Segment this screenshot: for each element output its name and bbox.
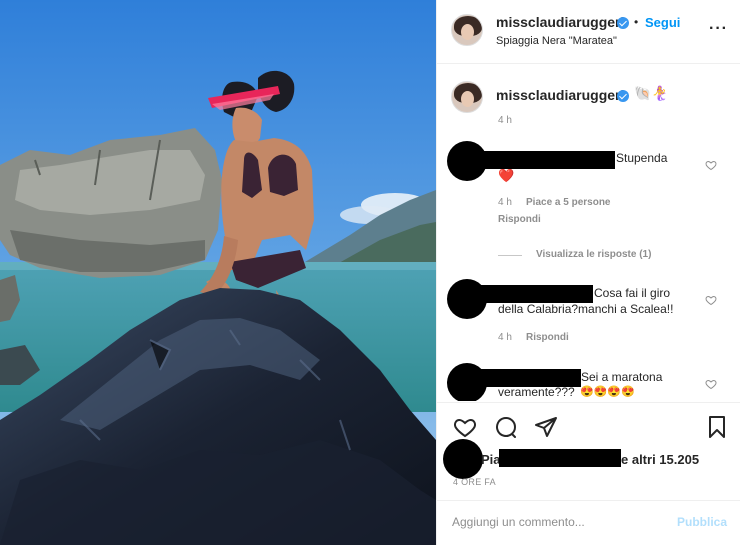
post-sidebar: missclaudiaruggeri • Segui Spiaggia Nera… [436, 0, 740, 545]
verified-icon [617, 90, 629, 102]
heart-icon[interactable] [705, 378, 717, 390]
post-header: missclaudiaruggeri • Segui Spiaggia Nera… [437, 0, 740, 64]
comment-text-line2: della Calabria?manchi a Scalea!! [498, 302, 674, 316]
like-icon[interactable] [453, 415, 477, 439]
redacted-liker [499, 449, 621, 467]
follow-button[interactable]: Segui [645, 15, 680, 30]
comment-emoji: ❤️ [498, 168, 515, 183]
heart-icon[interactable] [705, 159, 717, 171]
caption-avatar[interactable] [451, 81, 483, 113]
heart-icon[interactable] [705, 294, 717, 306]
post-photo[interactable] [0, 0, 436, 545]
reply-button[interactable]: Rispondi [526, 332, 569, 343]
verified-icon [617, 17, 629, 29]
save-icon[interactable] [705, 415, 729, 439]
add-comment-bar: Aggiungi un commento... Pubblica [437, 500, 740, 545]
post-location[interactable]: Spiaggia Nera "Maratea" [496, 35, 617, 47]
comments-list[interactable]: missclaudiaruggeri 🐚🧜‍♀️ 4 h Stupenda ❤️… [437, 65, 740, 401]
publish-button[interactable]: Pubblica [677, 515, 727, 529]
reply-button[interactable]: Rispondi [498, 214, 541, 225]
comment-time[interactable]: 4 h [498, 332, 512, 343]
view-replies-button[interactable]: Visualizza le risposte (1) [536, 249, 651, 260]
comment-time[interactable]: 4 h [498, 197, 512, 208]
post-actions: Piac e altri 15.205 4 ORE FA [437, 402, 740, 502]
replies-line [498, 255, 522, 256]
comment-emojis: 😍😍😍😍 [580, 386, 635, 398]
comment-text-line2: veramente??? [498, 385, 575, 399]
beach-photo-illustration [0, 0, 436, 545]
separator-dot: • [634, 15, 639, 29]
comment-icon[interactable] [494, 415, 518, 439]
caption-username[interactable]: missclaudiaruggeri [496, 87, 624, 103]
caption-time[interactable]: 4 h [498, 115, 512, 126]
liker-avatar-redacted[interactable] [443, 439, 483, 479]
more-options-icon[interactable]: ··· [709, 20, 728, 38]
share-icon[interactable] [534, 415, 558, 439]
post-username[interactable]: missclaudiaruggeri [496, 14, 624, 30]
comment-likes[interactable]: Piace a 5 persone [526, 197, 611, 208]
comment-text: Stupenda [616, 151, 668, 165]
caption-emojis: 🐚🧜‍♀️ [634, 85, 669, 101]
avatar[interactable] [451, 14, 483, 46]
post-time[interactable]: 4 ORE FA [453, 477, 496, 487]
comment-input[interactable]: Aggiungi un commento... [452, 515, 585, 529]
likes-count[interactable]: e altri 15.205 [621, 452, 699, 467]
